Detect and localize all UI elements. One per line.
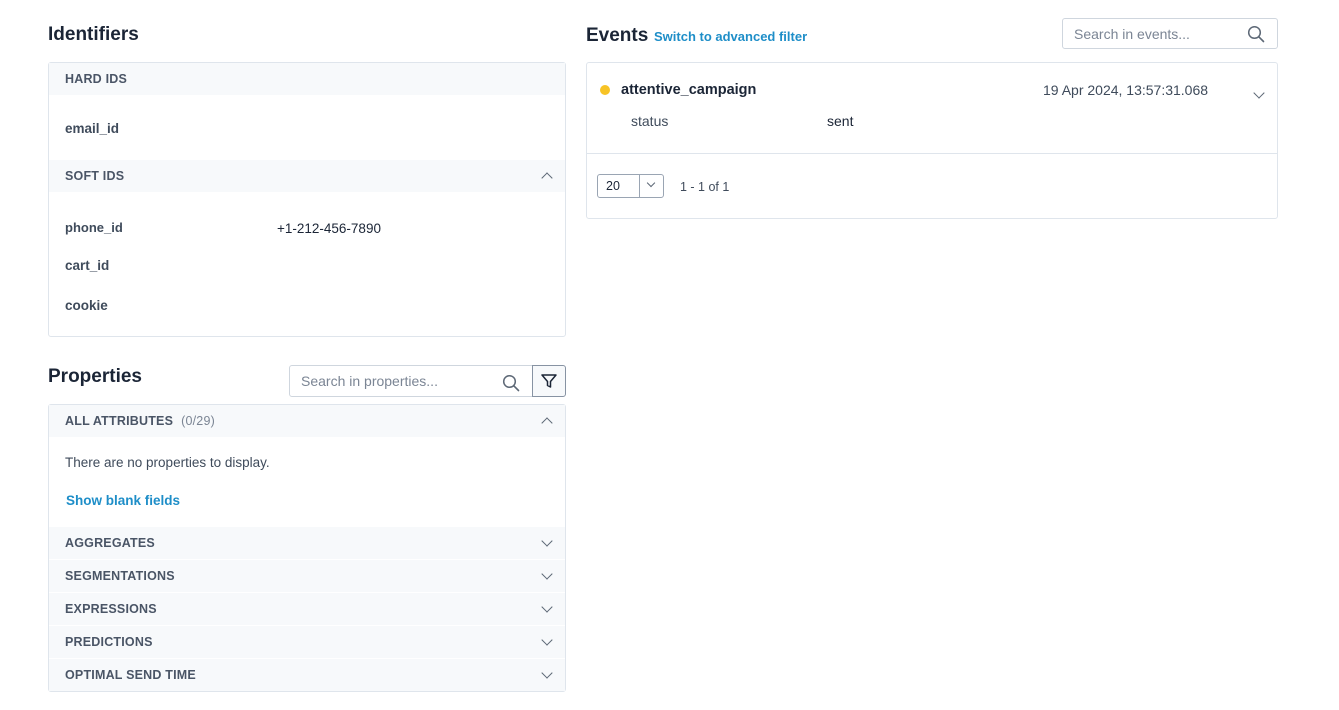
- soft-ids-header[interactable]: SOFT IDS: [49, 160, 565, 192]
- identifier-value-phone-id[interactable]: +1-212-456-7890: [277, 221, 381, 236]
- show-blank-fields-link[interactable]: Show blank fields: [66, 493, 180, 508]
- chevron-up-icon[interactable]: [541, 417, 553, 429]
- chevron-down-icon[interactable]: [541, 634, 553, 646]
- all-attributes-label: ALL ATTRIBUTES: [65, 414, 174, 428]
- predictions-label: PREDICTIONS: [65, 635, 153, 649]
- optimal-send-time-header[interactable]: OPTIMAL SEND TIME: [49, 659, 565, 691]
- select-divider: [639, 175, 640, 197]
- optimal-send-time-label: OPTIMAL SEND TIME: [65, 668, 196, 682]
- pagination-range: 1 - 1 of 1: [680, 180, 730, 194]
- events-search-input[interactable]: [1074, 19, 1264, 48]
- switch-advanced-filter-link[interactable]: Switch to advanced filter: [654, 29, 807, 44]
- identifiers-panel: HARD IDS email_id SOFT IDS phone_id +1-2…: [48, 62, 566, 337]
- aggregates-header[interactable]: AGGREGATES: [49, 527, 565, 559]
- properties-panel: ALL ATTRIBUTES (0/29) There are no prope…: [48, 404, 566, 692]
- soft-ids-label: SOFT IDS: [65, 169, 125, 183]
- event-property-key: status: [631, 113, 669, 129]
- page-size-value: 20: [606, 179, 620, 193]
- event-name: attentive_campaign: [621, 82, 757, 98]
- identifier-key-cart-id: cart_id: [65, 258, 110, 273]
- properties-title: Properties: [48, 366, 142, 387]
- filter-icon: [541, 374, 557, 388]
- search-icon[interactable]: [1247, 25, 1265, 43]
- chevron-down-icon[interactable]: [646, 178, 656, 188]
- expressions-label: EXPRESSIONS: [65, 602, 157, 616]
- expressions-header[interactable]: EXPRESSIONS: [49, 593, 565, 625]
- identifier-key-email-id: email_id: [65, 121, 120, 136]
- chevron-up-icon[interactable]: [541, 172, 553, 184]
- chevron-down-icon[interactable]: [1253, 87, 1265, 99]
- no-properties-message: There are no properties to display.: [65, 455, 270, 470]
- event-row[interactable]: attentive_campaign 19 Apr 2024, 13:57:31…: [587, 63, 1277, 154]
- aggregates-label: AGGREGATES: [65, 536, 155, 550]
- segmentations-header[interactable]: SEGMENTATIONS: [49, 560, 565, 592]
- events-search-box: [1062, 18, 1278, 49]
- events-title: Events: [586, 25, 649, 46]
- hard-ids-header: HARD IDS: [49, 63, 565, 95]
- event-timestamp: 19 Apr 2024, 13:57:31.068: [1043, 82, 1209, 98]
- search-icon[interactable]: [502, 374, 520, 392]
- properties-filter-button[interactable]: [532, 365, 566, 397]
- all-attributes-count: (0/29): [181, 414, 215, 428]
- event-status-dot: [600, 85, 610, 95]
- events-panel: attentive_campaign 19 Apr 2024, 13:57:31…: [586, 62, 1278, 219]
- chevron-down-icon[interactable]: [541, 667, 553, 679]
- hard-ids-label: HARD IDS: [65, 72, 128, 86]
- properties-search-input[interactable]: [301, 366, 491, 396]
- all-attributes-header[interactable]: ALL ATTRIBUTES (0/29): [49, 405, 565, 437]
- identifier-key-cookie: cookie: [65, 298, 108, 313]
- chevron-down-icon[interactable]: [541, 535, 553, 547]
- properties-search-box: [289, 365, 533, 397]
- event-property-value: sent: [827, 113, 854, 129]
- segmentations-label: SEGMENTATIONS: [65, 569, 175, 583]
- chevron-down-icon[interactable]: [541, 601, 553, 613]
- predictions-header[interactable]: PREDICTIONS: [49, 626, 565, 658]
- chevron-down-icon[interactable]: [541, 568, 553, 580]
- page-size-select[interactable]: 20: [597, 174, 664, 198]
- identifier-key-phone-id: phone_id: [65, 220, 123, 235]
- identifiers-title: Identifiers: [48, 24, 139, 45]
